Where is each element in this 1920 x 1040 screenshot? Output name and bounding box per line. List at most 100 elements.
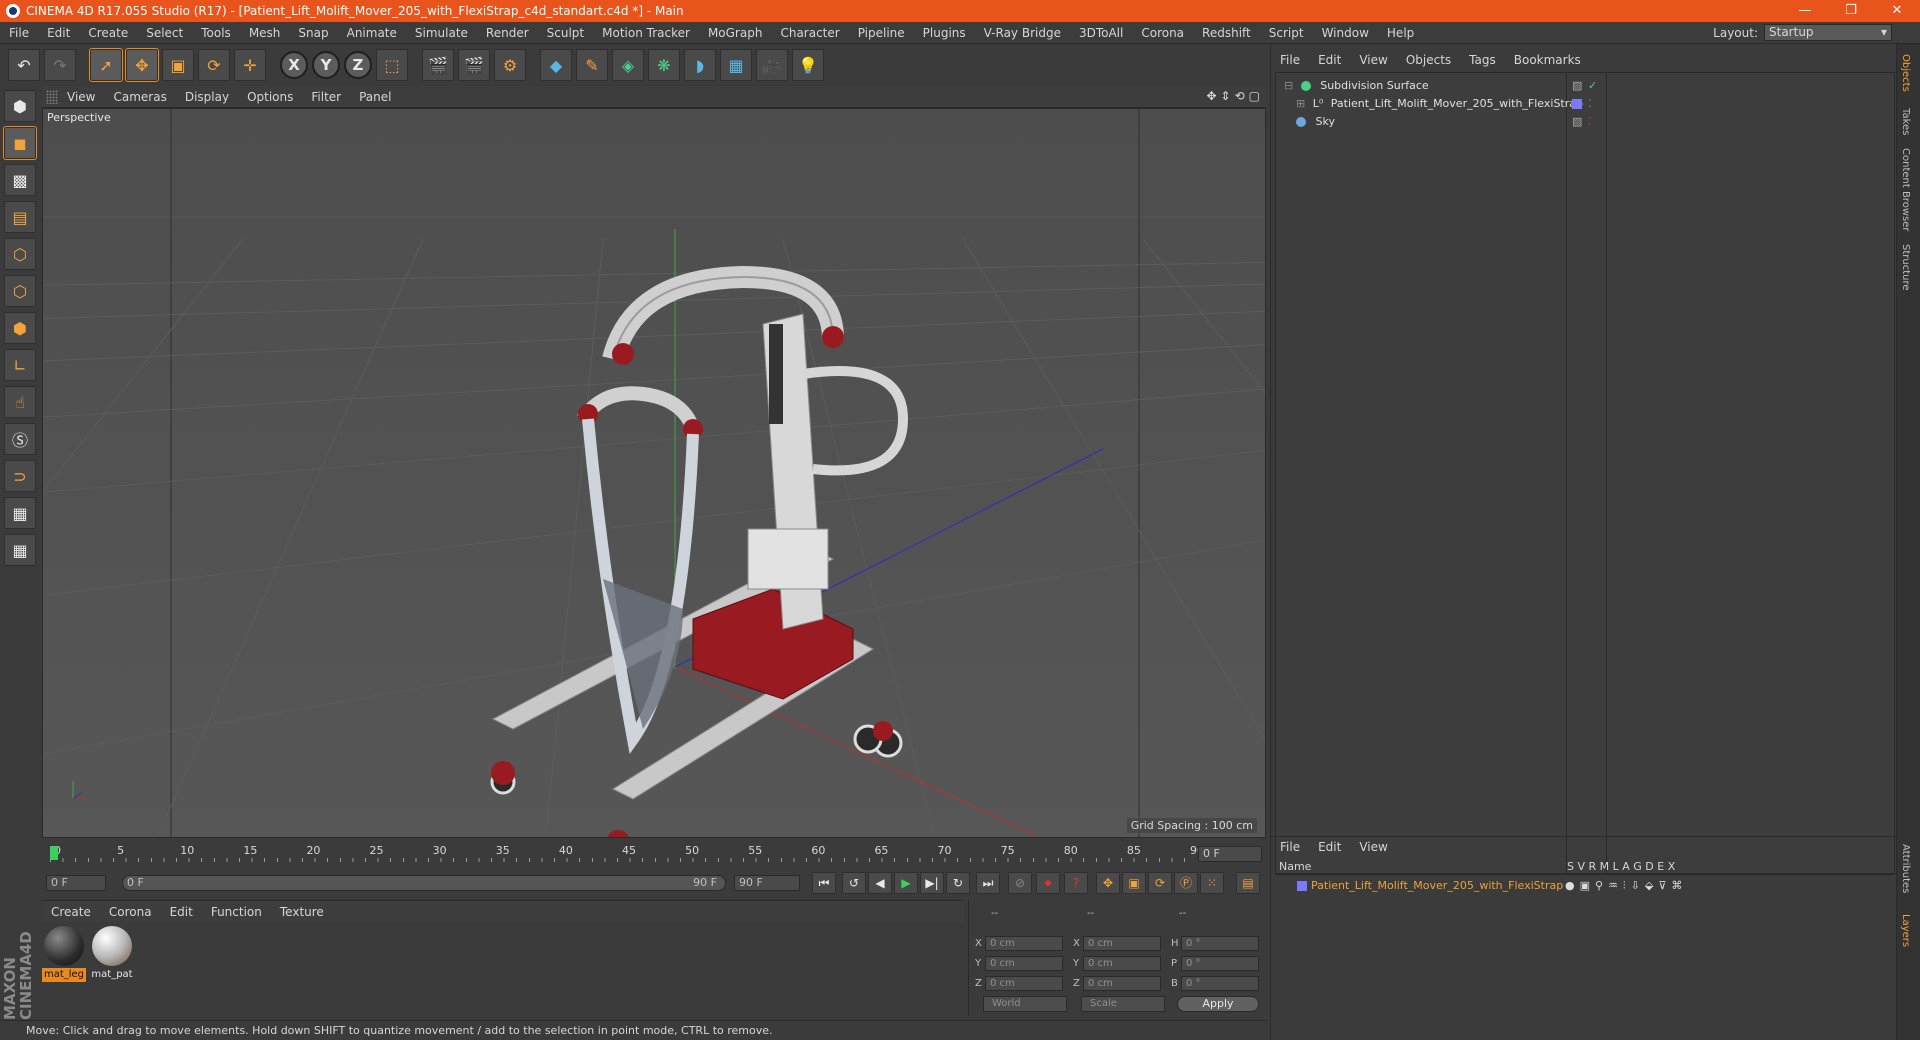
previous-key-icon[interactable]: ↺ bbox=[842, 872, 866, 894]
menu-v-ray-bridge[interactable]: V-Ray Bridge bbox=[975, 26, 1070, 40]
tab-takes[interactable]: Takes bbox=[1900, 108, 1911, 135]
enabled-check-icon[interactable]: ✓ bbox=[1588, 77, 1597, 95]
menu-tools[interactable]: Tools bbox=[192, 26, 240, 40]
step-forward-icon[interactable]: ▶| bbox=[920, 872, 944, 894]
tab-attributes[interactable]: Attributes bbox=[1900, 844, 1911, 893]
menu-script[interactable]: Script bbox=[1260, 26, 1313, 40]
menu-character[interactable]: Character bbox=[771, 26, 848, 40]
minimize-button[interactable]: — bbox=[1782, 0, 1828, 22]
layer-menu-view[interactable]: View bbox=[1350, 840, 1396, 854]
go-to-end-icon[interactable]: ⏭ bbox=[976, 872, 1000, 894]
viewport-menu-panel[interactable]: Panel bbox=[350, 90, 400, 104]
go-to-start-icon[interactable]: ⏮ bbox=[812, 872, 836, 894]
workplane-icon[interactable]: ▤ bbox=[4, 201, 36, 233]
timeline-ruler[interactable]: 051015202530354045505560657075808590 bbox=[42, 842, 1266, 864]
object-menu-view[interactable]: View bbox=[1350, 53, 1396, 67]
edges-mode-icon[interactable]: ⬡ bbox=[4, 275, 36, 307]
end-frame-field[interactable]: 90 F bbox=[734, 875, 800, 891]
menu-create[interactable]: Create bbox=[79, 26, 137, 40]
model-mode-icon[interactable]: ◼ bbox=[3, 126, 37, 160]
current-frame-field[interactable]: 0 F bbox=[1198, 846, 1262, 862]
tweak-mode-icon[interactable]: ☝ bbox=[4, 386, 36, 418]
size-x-field[interactable]: 0 cm bbox=[1083, 936, 1161, 951]
expand-icon[interactable]: ⊞ bbox=[1296, 97, 1305, 110]
menu-mesh[interactable]: Mesh bbox=[240, 26, 290, 40]
object-menu-objects[interactable]: Objects bbox=[1397, 53, 1460, 67]
coordinate-space-dropdown[interactable]: World bbox=[983, 996, 1067, 1012]
pos-z-field[interactable]: 0 cm bbox=[985, 976, 1063, 991]
start-frame-field[interactable]: 0 F bbox=[46, 875, 106, 891]
texture-mode-icon[interactable]: ▩ bbox=[4, 164, 36, 196]
menu-animate[interactable]: Animate bbox=[338, 26, 406, 40]
menu-edit[interactable]: Edit bbox=[38, 26, 79, 40]
light-icon[interactable]: 💡 bbox=[792, 49, 824, 81]
size-y-field[interactable]: 0 cm bbox=[1083, 956, 1161, 971]
key-rotation-icon[interactable]: ⟳ bbox=[1148, 872, 1172, 894]
floor-icon[interactable]: ▦ bbox=[720, 49, 752, 81]
key-param-icon[interactable]: Ⓟ bbox=[1174, 872, 1198, 894]
subdivision-icon[interactable]: ◈ bbox=[612, 49, 644, 81]
material-menu-texture[interactable]: Texture bbox=[271, 905, 333, 919]
menu-redshift[interactable]: Redshift bbox=[1193, 26, 1260, 40]
timeline-window-icon[interactable]: ▤ bbox=[1236, 872, 1260, 894]
menu-window[interactable]: Window bbox=[1313, 26, 1378, 40]
move-tool-icon[interactable]: ✥ bbox=[125, 48, 159, 82]
viewport-menu-view[interactable]: View bbox=[58, 90, 104, 104]
material-menu-create[interactable]: Create bbox=[42, 905, 100, 919]
key-position-icon[interactable]: ✥ bbox=[1096, 872, 1120, 894]
viewport-menu-filter[interactable]: Filter bbox=[302, 90, 350, 104]
menu-plugins[interactable]: Plugins bbox=[914, 26, 975, 40]
render-view-icon[interactable]: 🎬 bbox=[422, 49, 454, 81]
render-settings-icon[interactable]: ⚙ bbox=[494, 49, 526, 81]
menu-sculpt[interactable]: Sculpt bbox=[538, 26, 593, 40]
menu-select[interactable]: Select bbox=[137, 26, 192, 40]
key-pla-icon[interactable]: ⁙ bbox=[1200, 872, 1224, 894]
rot-h-field[interactable]: 0 ° bbox=[1181, 936, 1259, 951]
object-row-subdivision[interactable]: ⊟ Subdivision Surface ▨ ✓ bbox=[1276, 77, 1894, 95]
key-scale-icon[interactable]: ▣ bbox=[1122, 872, 1146, 894]
menu-render[interactable]: Render bbox=[477, 26, 538, 40]
select-tool-icon[interactable]: ➚ bbox=[89, 48, 123, 82]
frame-range-slider[interactable]: 0 F 90 F bbox=[122, 875, 726, 891]
record-keys-icon[interactable]: ⊘ bbox=[1008, 872, 1032, 894]
next-key-icon[interactable]: ↻ bbox=[946, 872, 970, 894]
close-button[interactable]: ✕ bbox=[1874, 0, 1920, 22]
restore-button[interactable]: ❐ bbox=[1828, 0, 1874, 22]
layer-color-icon[interactable] bbox=[1572, 99, 1582, 109]
tab-objects[interactable]: Objects bbox=[1900, 54, 1911, 92]
object-menu-file[interactable]: File bbox=[1271, 53, 1309, 67]
tab-layers[interactable]: Layers bbox=[1900, 914, 1911, 947]
points-mode-icon[interactable]: ⬡ bbox=[4, 238, 36, 270]
visibility-dots-icon[interactable]: ⁚ bbox=[1588, 113, 1592, 131]
object-menu-edit[interactable]: Edit bbox=[1309, 53, 1350, 67]
x-axis-lock-icon[interactable]: X bbox=[280, 51, 308, 79]
make-editable-icon[interactable]: ⬢ bbox=[4, 90, 36, 122]
viewport-menu-cameras[interactable]: Cameras bbox=[104, 90, 175, 104]
render-picture-viewer-icon[interactable]: 🎬 bbox=[458, 49, 490, 81]
scale-tool-icon[interactable]: ▣ bbox=[162, 49, 194, 81]
viewport-menu-display[interactable]: Display bbox=[176, 90, 238, 104]
maximize-view-icon[interactable]: ▢ bbox=[1249, 89, 1260, 103]
coordinate-system-icon[interactable]: ⬚ bbox=[376, 49, 408, 81]
object-row-patient-lift[interactable]: ⊞ L⁰ Patient_Lift_Molift_Mover_205_with_… bbox=[1276, 95, 1894, 113]
material-swatch[interactable]: mat_leg bbox=[42, 926, 86, 982]
rot-p-field[interactable]: 0 ° bbox=[1181, 956, 1259, 971]
material-swatch[interactable]: mat_pat bbox=[90, 926, 134, 982]
visibility-dots-icon[interactable]: ⁚ bbox=[1588, 95, 1592, 113]
magnet-icon[interactable]: ⊃ bbox=[4, 460, 36, 492]
dolly-icon[interactable]: ⇕ bbox=[1221, 89, 1231, 103]
collapse-icon[interactable]: ⊟ bbox=[1284, 79, 1293, 92]
workplane-lock-icon[interactable]: ▦ bbox=[4, 497, 36, 529]
snap-icon[interactable]: Ⓢ bbox=[4, 423, 36, 455]
object-menu-bookmarks[interactable]: Bookmarks bbox=[1505, 53, 1590, 67]
visibility-toggle-icon[interactable]: ▨ bbox=[1572, 113, 1582, 131]
z-axis-lock-icon[interactable]: Z bbox=[344, 51, 372, 79]
layer-color-icon[interactable] bbox=[1297, 881, 1307, 891]
planar-workplane-icon[interactable]: ▦ bbox=[4, 534, 36, 566]
menu-corona[interactable]: Corona bbox=[1132, 26, 1193, 40]
menu-simulate[interactable]: Simulate bbox=[406, 26, 477, 40]
menu-help[interactable]: Help bbox=[1378, 26, 1423, 40]
menu-motion-tracker[interactable]: Motion Tracker bbox=[593, 26, 699, 40]
camera-icon[interactable]: 🎥 bbox=[756, 49, 788, 81]
playhead-marker[interactable] bbox=[50, 846, 58, 860]
